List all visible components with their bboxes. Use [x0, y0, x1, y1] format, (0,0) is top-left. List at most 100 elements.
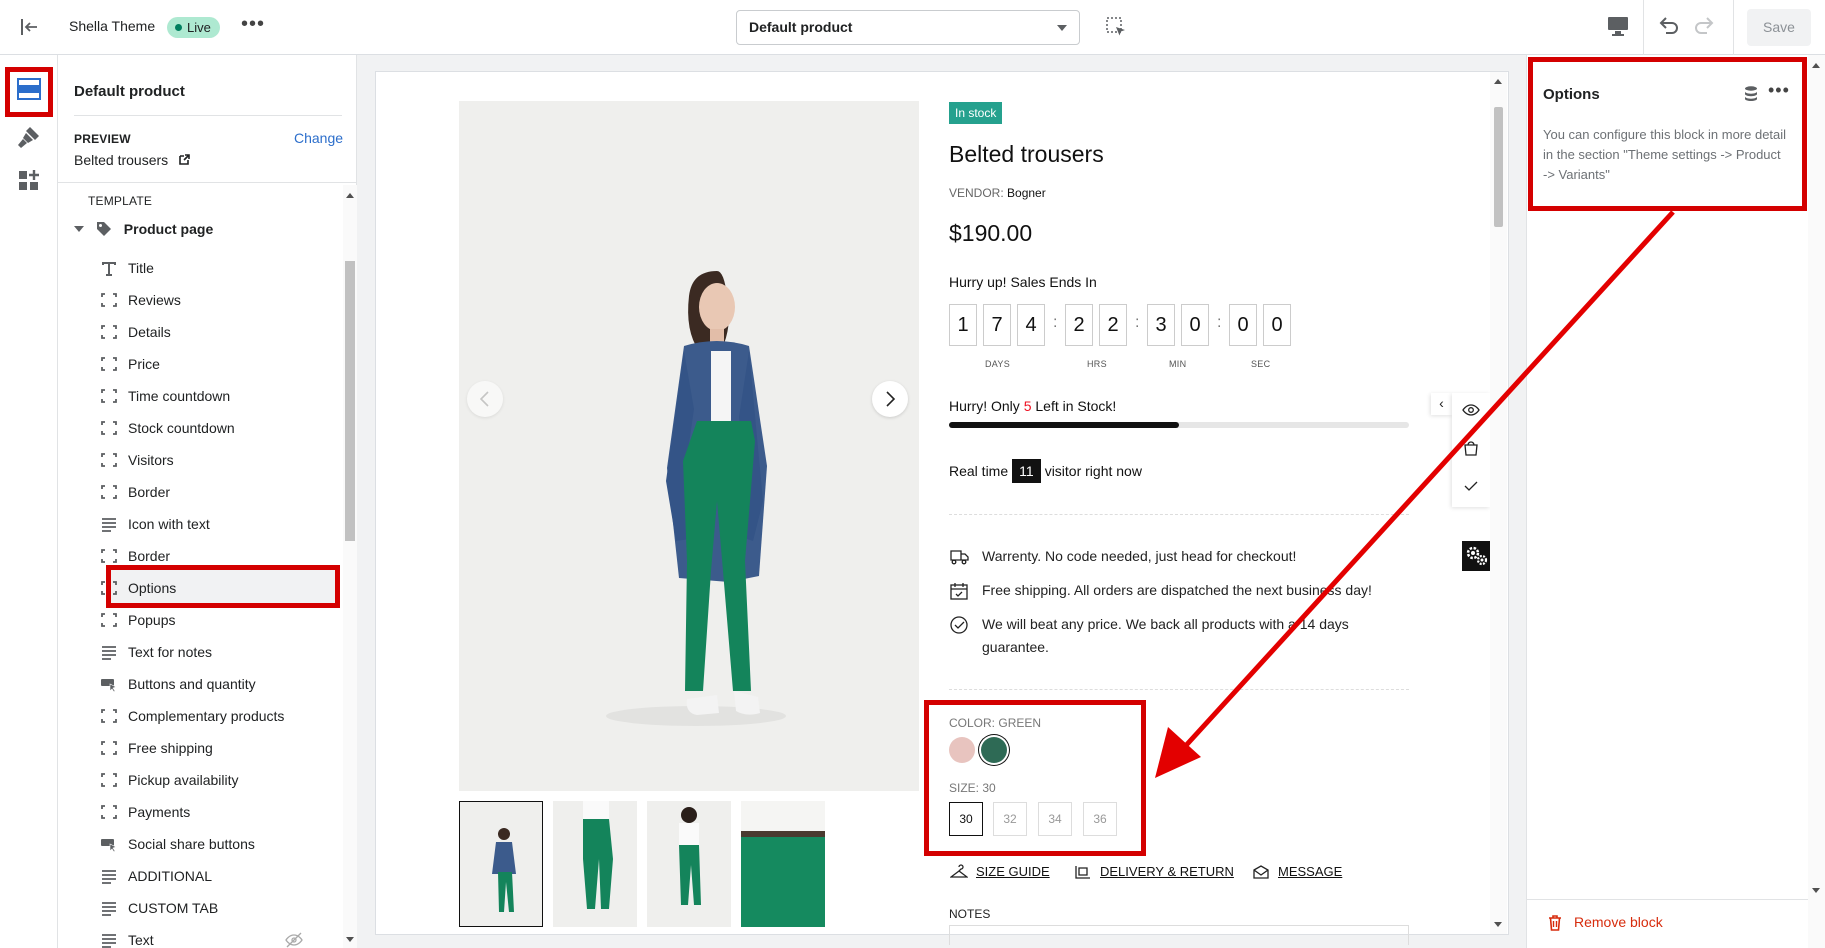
- sidebar-item-complementary-products[interactable]: Complementary products: [100, 700, 345, 732]
- message-label: MESSAGE: [1278, 864, 1343, 879]
- desktop-view-icon[interactable]: [1606, 15, 1630, 37]
- section-name: Product page: [123, 221, 214, 237]
- eye-icon[interactable]: [1462, 401, 1480, 419]
- next-image-button[interactable]: [872, 381, 908, 417]
- collapse-toolbar-button[interactable]: ‹: [1431, 393, 1452, 415]
- annotation-highlight-panel: [1528, 57, 1807, 211]
- product-main-image[interactable]: [459, 101, 919, 791]
- product-thumbnail[interactable]: [553, 801, 637, 927]
- product-thumbnail[interactable]: [647, 801, 731, 927]
- sidebar-item-additional[interactable]: ADDITIONAL: [100, 860, 345, 892]
- block-icon: [101, 773, 117, 787]
- thumbnail-photo: [460, 802, 542, 926]
- apps-icon[interactable]: [15, 167, 43, 195]
- shopping-bag-icon[interactable]: [1462, 439, 1480, 457]
- countdown-digit: 0: [1229, 304, 1257, 346]
- annotation-highlight-variants: [924, 700, 1146, 856]
- sidebar-scrollbar[interactable]: [343, 185, 357, 948]
- preview-scrollbar[interactable]: [1490, 72, 1507, 934]
- caret-down-icon[interactable]: [74, 226, 84, 232]
- sidebar-item-time-countdown[interactable]: Time countdown: [100, 380, 345, 412]
- sidebar-item-label: Visitors: [128, 452, 174, 468]
- countdown-hrs-label: HRS: [1087, 359, 1107, 369]
- countdown-sec-label: SEC: [1251, 359, 1271, 369]
- chevron-down-icon: [1057, 25, 1067, 31]
- countdown-separator: :: [1135, 314, 1140, 331]
- buttons-icon: [101, 839, 117, 852]
- countdown-digit: 7: [983, 304, 1011, 346]
- sidebar-item-reviews[interactable]: Reviews: [100, 284, 345, 316]
- hanger-icon: [950, 864, 968, 878]
- text-lines-icon: [102, 902, 116, 916]
- template-select[interactable]: Default product: [736, 10, 1080, 45]
- divider: [1526, 899, 1808, 900]
- stock-msg-pre: Hurry! Only: [949, 398, 1024, 414]
- exit-icon[interactable]: [18, 16, 40, 38]
- sidebar-item-payments[interactable]: Payments: [100, 796, 345, 828]
- message-link[interactable]: MESSAGE: [1252, 864, 1342, 879]
- preview-product[interactable]: Belted trousers: [74, 152, 190, 168]
- save-button[interactable]: Save: [1747, 9, 1811, 46]
- external-link-icon: [179, 154, 190, 165]
- section-product-page[interactable]: Product page: [74, 221, 213, 241]
- notes-textarea[interactable]: [949, 925, 1409, 945]
- block-icon: [101, 613, 117, 627]
- sidebar-item-label: Popups: [128, 612, 176, 628]
- product-thumbnail[interactable]: [741, 801, 825, 927]
- sidebar-item-social-share-buttons[interactable]: Social share buttons: [100, 828, 345, 860]
- redo-icon[interactable]: [1692, 14, 1716, 38]
- sidebar-item-pickup-availability[interactable]: Pickup availability: [100, 764, 345, 796]
- top-bar: Shella Theme Live ••• Default product Sa…: [0, 0, 1825, 55]
- panel-scrollbar[interactable]: [1808, 55, 1825, 948]
- sidebar-item-label: Border: [128, 484, 171, 500]
- scroll-down-arrow[interactable]: [1494, 922, 1502, 927]
- change-preview-link[interactable]: Change: [294, 130, 343, 146]
- more-actions-button[interactable]: •••: [241, 13, 265, 36]
- sidebar-item-title[interactable]: Title: [100, 252, 345, 284]
- sidebar-item-label: Title: [128, 260, 154, 276]
- countdown-digit: 3: [1147, 304, 1175, 346]
- sidebar-item-free-shipping[interactable]: Free shipping: [100, 732, 345, 764]
- sidebar-item-details[interactable]: Details: [100, 316, 345, 348]
- sidebar-item-label: Details: [128, 324, 171, 340]
- sidebar-item-icon-with-text[interactable]: Icon with text: [100, 508, 345, 540]
- scroll-thumb[interactable]: [1494, 107, 1503, 227]
- scroll-down-arrow[interactable]: [346, 937, 354, 942]
- sidebar-item-label: Payments: [128, 804, 191, 820]
- sidebar-item-text-for-notes[interactable]: Text for notes: [100, 636, 345, 668]
- remove-block-button[interactable]: Remove block: [1547, 914, 1663, 931]
- sidebar-item-buttons-and-quantity[interactable]: Buttons and quantity: [100, 668, 345, 700]
- visitor-post: visitor right now: [1044, 463, 1142, 479]
- inspector-icon[interactable]: [1105, 16, 1127, 38]
- scroll-up-arrow[interactable]: [346, 193, 354, 198]
- delivery-return-link[interactable]: DELIVERY & RETURN: [1074, 864, 1234, 879]
- sidebar-item-stock-countdown[interactable]: Stock countdown: [100, 412, 345, 444]
- sidebar-item-text[interactable]: Text: [100, 924, 345, 948]
- feature-price: We will beat any price. We back all prod…: [949, 613, 1379, 659]
- countdown-digit: 4: [1017, 304, 1045, 346]
- sidebar-item-custom-tab[interactable]: CUSTOM TAB: [100, 892, 345, 924]
- scroll-up-arrow[interactable]: [1494, 79, 1502, 84]
- hidden-eye-icon[interactable]: [285, 932, 303, 948]
- sidebar-item-price[interactable]: Price: [100, 348, 345, 380]
- prev-image-button[interactable]: [467, 381, 503, 417]
- theme-settings-brush-icon[interactable]: [15, 123, 43, 151]
- scroll-thumb[interactable]: [345, 261, 355, 541]
- size-guide-link[interactable]: SIZE GUIDE: [950, 864, 1050, 879]
- sidebar-item-border[interactable]: Border: [100, 476, 345, 508]
- sidebar-item-popups[interactable]: Popups: [100, 604, 345, 636]
- calendar-icon: [950, 583, 968, 600]
- scroll-up-arrow[interactable]: [1812, 63, 1820, 68]
- visitor-count: 11: [1012, 459, 1041, 483]
- visitor-pre: Real time: [949, 463, 1009, 479]
- checkmark-icon[interactable]: [1462, 477, 1480, 495]
- scroll-down-arrow[interactable]: [1812, 888, 1820, 893]
- feature-text: We will beat any price. We back all prod…: [982, 616, 1349, 655]
- undo-icon[interactable]: [1657, 14, 1681, 38]
- thumbnail-photo: [553, 801, 637, 927]
- product-thumbnail[interactable]: [459, 801, 543, 927]
- sidebar-item-visitors[interactable]: Visitors: [100, 444, 345, 476]
- annotation-highlight-sections: [5, 67, 53, 117]
- settings-gears-button[interactable]: [1462, 541, 1492, 571]
- vendor-name: Bogner: [1007, 186, 1046, 200]
